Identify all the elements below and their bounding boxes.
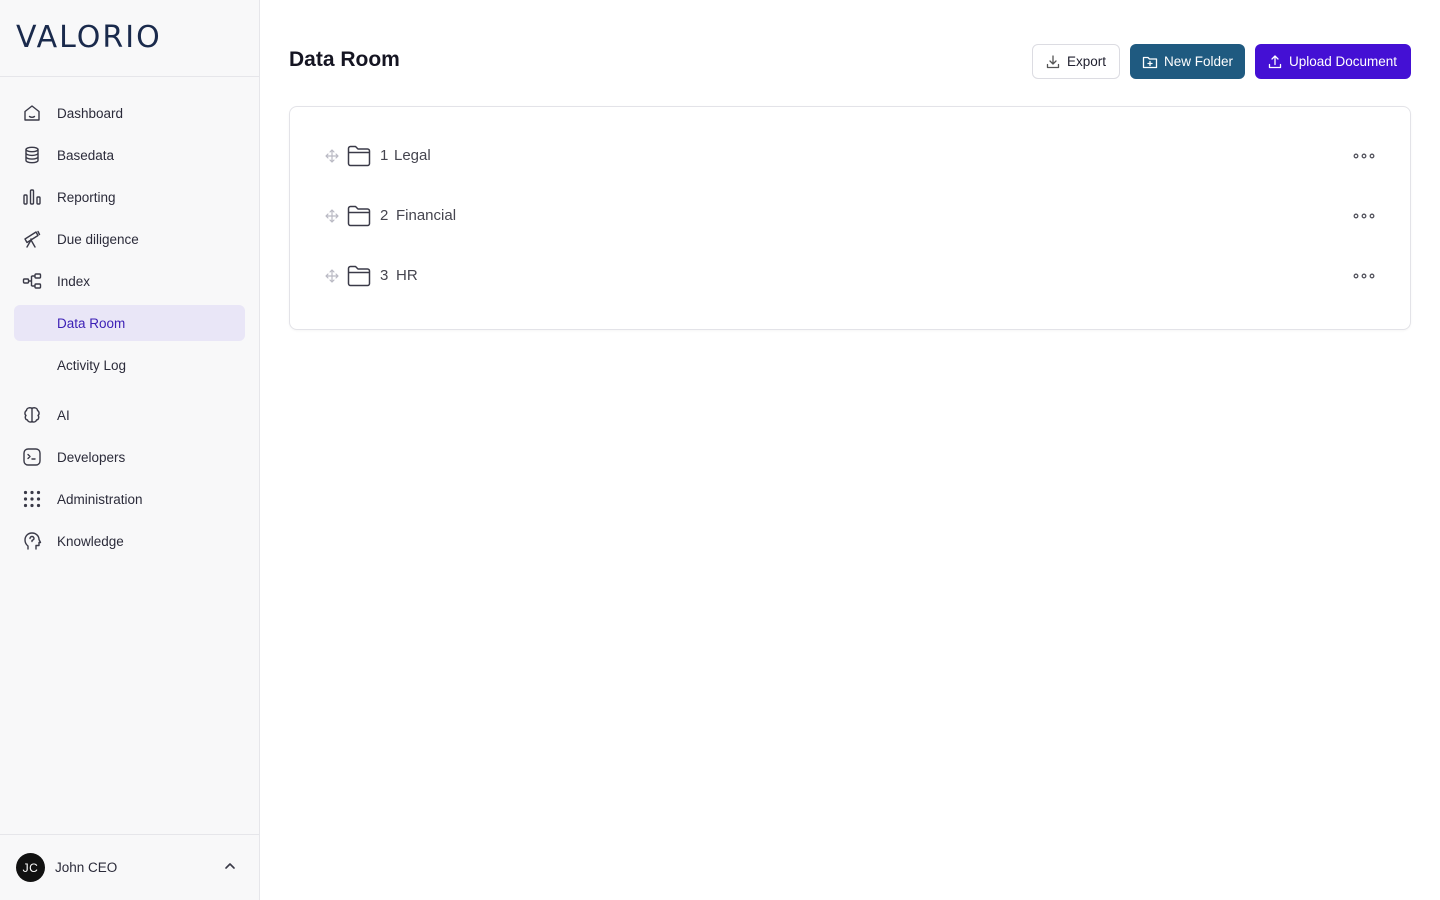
drag-handle-icon[interactable] bbox=[325, 209, 339, 223]
more-options-icon[interactable] bbox=[1353, 208, 1375, 224]
sidebar-item-activity-log[interactable]: Activity Log bbox=[14, 347, 245, 383]
home-icon bbox=[22, 103, 42, 123]
folder-number: 1 bbox=[380, 147, 389, 164]
chevron-up-icon[interactable] bbox=[223, 859, 237, 873]
sidebar-item-knowledge[interactable]: Knowledge bbox=[14, 523, 245, 559]
user-menu[interactable]: JC John CEO bbox=[0, 834, 259, 900]
more-options-icon[interactable] bbox=[1353, 268, 1375, 284]
bar-chart-icon bbox=[22, 187, 42, 207]
folder-name[interactable]: Legal bbox=[394, 147, 431, 164]
main-nav: Dashboard Basedata Reporting Due diligen… bbox=[0, 77, 259, 559]
sidebar-item-label: Reporting bbox=[57, 189, 116, 205]
folder-row[interactable]: 2 Financial bbox=[290, 196, 1410, 236]
folder-icon bbox=[347, 145, 371, 167]
sidebar-item-label: Basedata bbox=[57, 147, 115, 163]
more-options-icon[interactable] bbox=[1353, 148, 1375, 164]
brain-icon bbox=[22, 405, 42, 425]
sidebar-item-label: Dashboard bbox=[57, 105, 124, 121]
export-label: Export bbox=[1067, 54, 1107, 69]
export-button[interactable]: Export bbox=[1032, 44, 1120, 79]
sidebar-item-basedata[interactable]: Basedata bbox=[14, 137, 245, 173]
head-icon bbox=[22, 531, 42, 551]
valorio-logo[interactable]: VALORIO bbox=[16, 23, 162, 53]
sidebar: VALORIO Dashboard Basedata Reporting Due… bbox=[0, 0, 260, 900]
terminal-icon bbox=[22, 447, 42, 467]
sidebar-item-dashboard[interactable]: Dashboard bbox=[14, 95, 245, 131]
grid-dots-icon bbox=[22, 489, 42, 509]
sidebar-item-label: Knowledge bbox=[57, 533, 124, 549]
sidebar-item-data-room[interactable]: Data Room bbox=[14, 305, 245, 341]
page-title: Data Room bbox=[289, 48, 400, 71]
sidebar-item-ai[interactable]: AI bbox=[14, 397, 245, 433]
sidebar-item-label: Due diligence bbox=[57, 231, 139, 247]
sidebar-item-label: Activity Log bbox=[57, 357, 127, 373]
header-actions: Export New Folder Upload Document bbox=[1032, 44, 1411, 79]
sidebar-item-label: Index bbox=[57, 273, 91, 289]
user-name: John CEO bbox=[55, 860, 118, 875]
download-icon bbox=[1045, 54, 1061, 70]
logo-area: VALORIO bbox=[0, 0, 259, 77]
sidebar-item-index[interactable]: Index bbox=[14, 263, 245, 299]
folder-row[interactable]: 1 Legal bbox=[290, 136, 1410, 176]
folder-number: 2 bbox=[380, 207, 389, 224]
sidebar-item-label: AI bbox=[57, 407, 70, 423]
drag-handle-icon[interactable] bbox=[325, 149, 339, 163]
folder-plus-icon bbox=[1142, 54, 1158, 70]
sidebar-item-due-diligence[interactable]: Due diligence bbox=[14, 221, 245, 257]
nav-gap bbox=[0, 389, 259, 397]
folder-icon bbox=[347, 265, 371, 287]
folder-number: 3 bbox=[380, 267, 389, 284]
folder-row[interactable]: 3 HR bbox=[290, 256, 1410, 296]
upload-icon bbox=[1267, 54, 1283, 70]
folder-name[interactable]: Financial bbox=[396, 207, 456, 224]
hierarchy-icon bbox=[22, 271, 42, 291]
database-icon bbox=[22, 145, 42, 165]
new-folder-label: New Folder bbox=[1164, 54, 1234, 69]
folder-name[interactable]: HR bbox=[396, 267, 418, 284]
sidebar-item-label: Developers bbox=[57, 449, 126, 465]
sidebar-item-label: Data Room bbox=[57, 315, 126, 331]
avatar: JC bbox=[16, 853, 45, 882]
upload-label: Upload Document bbox=[1289, 54, 1398, 69]
sidebar-item-reporting[interactable]: Reporting bbox=[14, 179, 245, 215]
sidebar-item-label: Administration bbox=[57, 491, 143, 507]
new-folder-button[interactable]: New Folder bbox=[1130, 44, 1245, 79]
sidebar-item-developers[interactable]: Developers bbox=[14, 439, 245, 475]
folder-icon bbox=[347, 205, 371, 227]
telescope-icon bbox=[22, 229, 42, 249]
drag-handle-icon[interactable] bbox=[325, 269, 339, 283]
upload-document-button[interactable]: Upload Document bbox=[1255, 44, 1411, 79]
sidebar-item-administration[interactable]: Administration bbox=[14, 481, 245, 517]
folder-list: 1 Legal 2 Financial 3 HR bbox=[289, 106, 1411, 330]
